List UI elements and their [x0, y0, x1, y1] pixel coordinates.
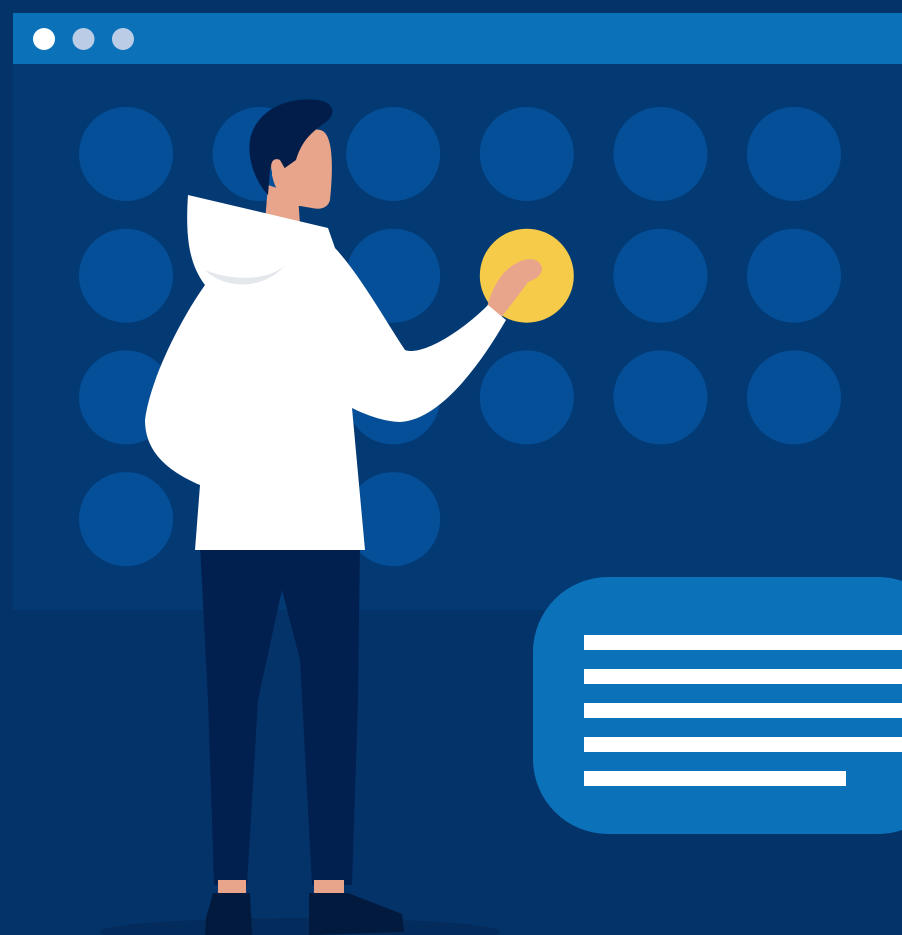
window-dot-1[interactable] — [33, 28, 55, 50]
window-controls — [33, 28, 134, 50]
grid-circle[interactable] — [613, 350, 708, 445]
grid-circle[interactable] — [613, 107, 708, 201]
window-dot-3[interactable] — [112, 28, 134, 50]
grid-circle[interactable] — [346, 107, 441, 201]
text-line — [584, 771, 846, 786]
text-line — [584, 669, 902, 684]
grid-circle[interactable] — [79, 107, 173, 201]
message-card — [533, 577, 902, 834]
text-line — [584, 635, 902, 650]
grid-circle[interactable] — [747, 350, 841, 445]
text-line — [584, 737, 902, 752]
grid-circle[interactable] — [479, 350, 574, 445]
left-shoe — [205, 893, 252, 935]
illustration-scene — [0, 0, 902, 935]
grid-circle[interactable] — [79, 472, 173, 567]
right-ankle — [314, 880, 344, 894]
scene-canvas — [0, 0, 902, 935]
left-ankle — [218, 880, 246, 894]
text-line — [584, 703, 902, 718]
grid-circle[interactable] — [747, 228, 841, 323]
window-title-bar — [13, 13, 902, 64]
app-window — [13, 13, 902, 610]
grid-circle[interactable] — [747, 107, 841, 201]
grid-circle[interactable] — [79, 228, 173, 323]
grid-circle[interactable] — [613, 228, 708, 323]
grid-circle[interactable] — [479, 107, 574, 201]
window-dot-2[interactable] — [72, 28, 95, 50]
